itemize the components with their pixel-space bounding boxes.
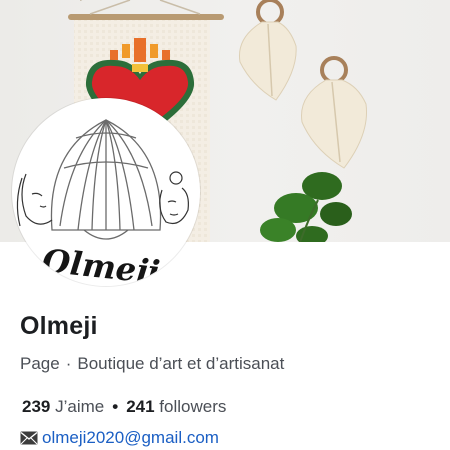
wooden-rod bbox=[68, 14, 224, 20]
envelope-icon bbox=[20, 431, 38, 445]
olmeji-logo: Olmeji bbox=[16, 119, 189, 286]
meta-separator: · bbox=[65, 354, 72, 373]
email-link[interactable]: olmeji2020@gmail.com bbox=[42, 428, 219, 448]
stats-separator: • bbox=[112, 397, 119, 416]
page-category-line: Page · Boutique d’art et d’artisanat bbox=[20, 354, 284, 374]
followers-stat[interactable]: 241 followers bbox=[126, 397, 226, 416]
profile-avatar[interactable]: Olmeji bbox=[12, 98, 200, 286]
left-face-sketch bbox=[16, 173, 53, 227]
logo-wordmark: Olmeji bbox=[40, 241, 161, 286]
macrame-feather-1 bbox=[238, 0, 297, 101]
page-type-label: Page bbox=[20, 354, 60, 373]
likes-stat[interactable]: 239 J’aime bbox=[22, 397, 104, 416]
likes-label: J’aime bbox=[55, 397, 105, 416]
shell-logo bbox=[50, 119, 162, 240]
right-face-sketch bbox=[159, 171, 189, 225]
page-title: Olmeji bbox=[20, 312, 98, 340]
followers-label: followers bbox=[159, 397, 227, 416]
page-category[interactable]: Boutique d’art et d’artisanat bbox=[77, 354, 284, 373]
contact-email-row: olmeji2020@gmail.com bbox=[20, 428, 219, 448]
likes-count: 239 bbox=[22, 397, 51, 416]
plant bbox=[260, 172, 352, 242]
page-stats: 239 J’aime • 241 followers bbox=[22, 397, 226, 417]
macrame-feather-2 bbox=[301, 56, 368, 169]
followers-count: 241 bbox=[126, 397, 155, 416]
